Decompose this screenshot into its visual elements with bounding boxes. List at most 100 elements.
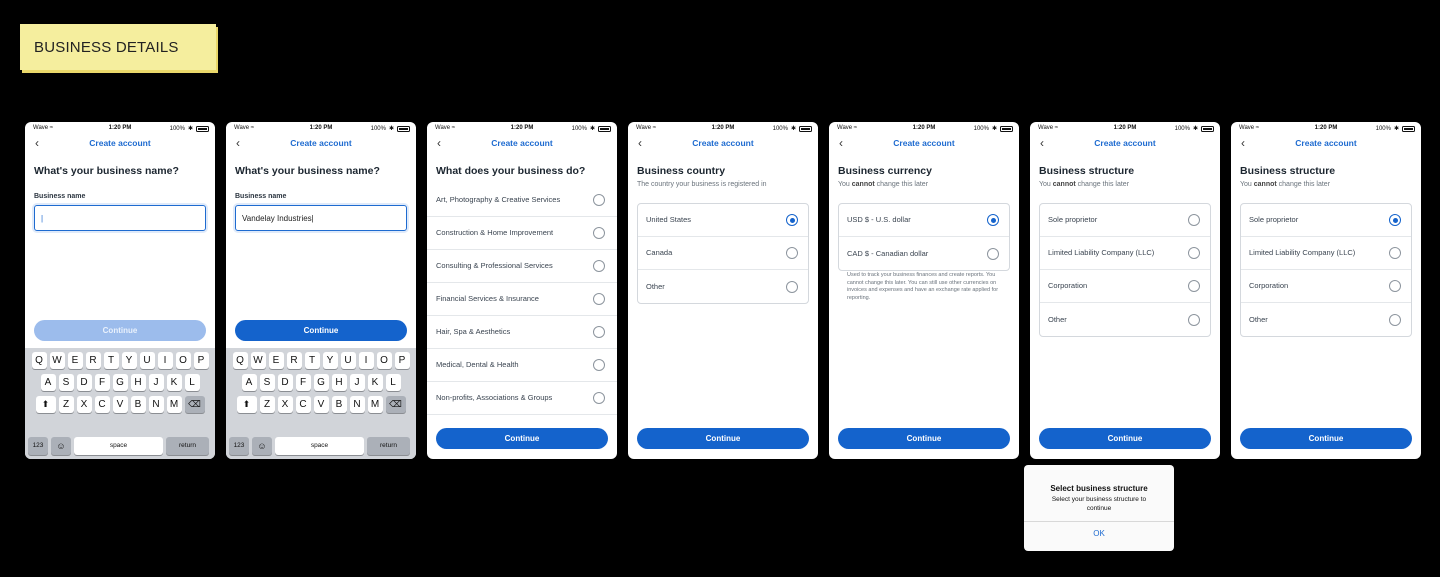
key-s[interactable]: S: [259, 374, 275, 391]
radio-button[interactable]: [1188, 313, 1200, 326]
continue-button[interactable]: Continue: [838, 428, 1010, 449]
key-u[interactable]: U: [139, 352, 155, 369]
key-g[interactable]: G: [112, 374, 128, 391]
key-q[interactable]: Q: [232, 352, 248, 369]
key-x[interactable]: X: [277, 396, 293, 413]
structure-option[interactable]: Corporation: [1241, 270, 1411, 303]
currency-option[interactable]: USD $ - U.S. dollar: [839, 204, 1009, 237]
radio-button[interactable]: [786, 280, 798, 293]
continue-button[interactable]: Continue: [34, 320, 206, 341]
key-i[interactable]: I: [358, 352, 374, 369]
radio-button[interactable]: [786, 214, 798, 226]
key-y[interactable]: Y: [322, 352, 338, 369]
alert-ok-button[interactable]: OK: [1024, 529, 1174, 538]
key-f[interactable]: F: [94, 374, 110, 391]
structure-option[interactable]: Sole proprietor: [1040, 204, 1210, 237]
radio-button[interactable]: [593, 194, 605, 206]
key-e[interactable]: E: [67, 352, 83, 369]
key-y[interactable]: Y: [121, 352, 137, 369]
radio-button[interactable]: [786, 247, 798, 259]
radio-button[interactable]: [987, 247, 999, 260]
key-h[interactable]: H: [130, 374, 146, 391]
country-option[interactable]: Canada: [638, 237, 808, 270]
key-f[interactable]: F: [295, 374, 311, 391]
key-q[interactable]: Q: [31, 352, 47, 369]
radio-button[interactable]: [593, 392, 605, 404]
key-c[interactable]: C: [94, 396, 110, 413]
key-o[interactable]: O: [175, 352, 191, 369]
key-n[interactable]: N: [349, 396, 365, 413]
key-w[interactable]: W: [250, 352, 266, 369]
structure-option[interactable]: Corporation: [1040, 270, 1210, 303]
key-s[interactable]: S: [58, 374, 74, 391]
key-c[interactable]: C: [295, 396, 311, 413]
key-k[interactable]: K: [166, 374, 182, 391]
key-h[interactable]: H: [331, 374, 347, 391]
key-n[interactable]: N: [148, 396, 164, 413]
shift-key[interactable]: ⬆: [35, 396, 56, 413]
key-l[interactable]: L: [385, 374, 401, 391]
key-z[interactable]: Z: [58, 396, 74, 413]
key-j[interactable]: J: [148, 374, 164, 391]
structure-option[interactable]: Other: [1241, 303, 1411, 336]
industry-option[interactable]: Medical, Dental & Health: [427, 349, 617, 382]
radio-button[interactable]: [1188, 280, 1200, 292]
structure-option[interactable]: Limited Liability Company (LLC): [1241, 237, 1411, 270]
key-z[interactable]: Z: [259, 396, 275, 413]
currency-option[interactable]: CAD $ - Canadian dollar: [839, 237, 1009, 270]
radio-button[interactable]: [593, 293, 605, 305]
country-option[interactable]: United States: [638, 204, 808, 237]
key-d[interactable]: D: [277, 374, 293, 391]
shift-key[interactable]: ⬆: [236, 396, 257, 413]
industry-option[interactable]: Consulting & Professional Services: [427, 250, 617, 283]
key-b[interactable]: B: [130, 396, 146, 413]
radio-button[interactable]: [1188, 214, 1200, 226]
radio-button[interactable]: [593, 260, 605, 272]
key-j[interactable]: J: [349, 374, 365, 391]
return-key[interactable]: return: [367, 437, 410, 455]
delete-key[interactable]: ⌫: [385, 396, 406, 413]
key-v[interactable]: V: [112, 396, 128, 413]
key-b[interactable]: B: [331, 396, 347, 413]
key-x[interactable]: X: [76, 396, 92, 413]
numbers-key[interactable]: 123: [229, 437, 249, 455]
key-p[interactable]: P: [394, 352, 410, 369]
key-r[interactable]: R: [286, 352, 302, 369]
key-i[interactable]: I: [157, 352, 173, 369]
radio-button[interactable]: [1188, 247, 1200, 259]
radio-button[interactable]: [593, 227, 605, 239]
key-v[interactable]: V: [313, 396, 329, 413]
key-o[interactable]: O: [376, 352, 392, 369]
continue-button[interactable]: Continue: [436, 428, 608, 449]
key-p[interactable]: P: [193, 352, 209, 369]
radio-button[interactable]: [1389, 247, 1401, 259]
radio-button[interactable]: [1389, 313, 1401, 326]
industry-option[interactable]: Financial Services & Insurance: [427, 283, 617, 316]
key-g[interactable]: G: [313, 374, 329, 391]
radio-button[interactable]: [593, 359, 605, 371]
structure-option[interactable]: Other: [1040, 303, 1210, 336]
business-name-input[interactable]: Vandelay Industries|: [235, 205, 407, 231]
key-u[interactable]: U: [340, 352, 356, 369]
continue-button[interactable]: Continue: [637, 428, 809, 449]
continue-button[interactable]: Continue: [1039, 428, 1211, 449]
radio-button[interactable]: [1389, 214, 1401, 226]
key-m[interactable]: M: [367, 396, 383, 413]
key-w[interactable]: W: [49, 352, 65, 369]
space-key[interactable]: space: [74, 437, 163, 455]
industry-option[interactable]: Art, Photography & Creative Services: [427, 184, 617, 217]
key-t[interactable]: T: [103, 352, 119, 369]
return-key[interactable]: return: [166, 437, 209, 455]
continue-button[interactable]: Continue: [235, 320, 407, 341]
space-key[interactable]: space: [275, 437, 364, 455]
business-name-input[interactable]: |: [34, 205, 206, 231]
delete-key[interactable]: ⌫: [184, 396, 205, 413]
industry-option[interactable]: Non-profits, Associations & Groups: [427, 382, 617, 415]
key-d[interactable]: D: [76, 374, 92, 391]
key-k[interactable]: K: [367, 374, 383, 391]
emoji-key[interactable]: ☺: [252, 437, 272, 455]
structure-option[interactable]: Sole proprietor: [1241, 204, 1411, 237]
key-a[interactable]: A: [241, 374, 257, 391]
radio-button[interactable]: [987, 214, 999, 226]
structure-option[interactable]: Limited Liability Company (LLC): [1040, 237, 1210, 270]
